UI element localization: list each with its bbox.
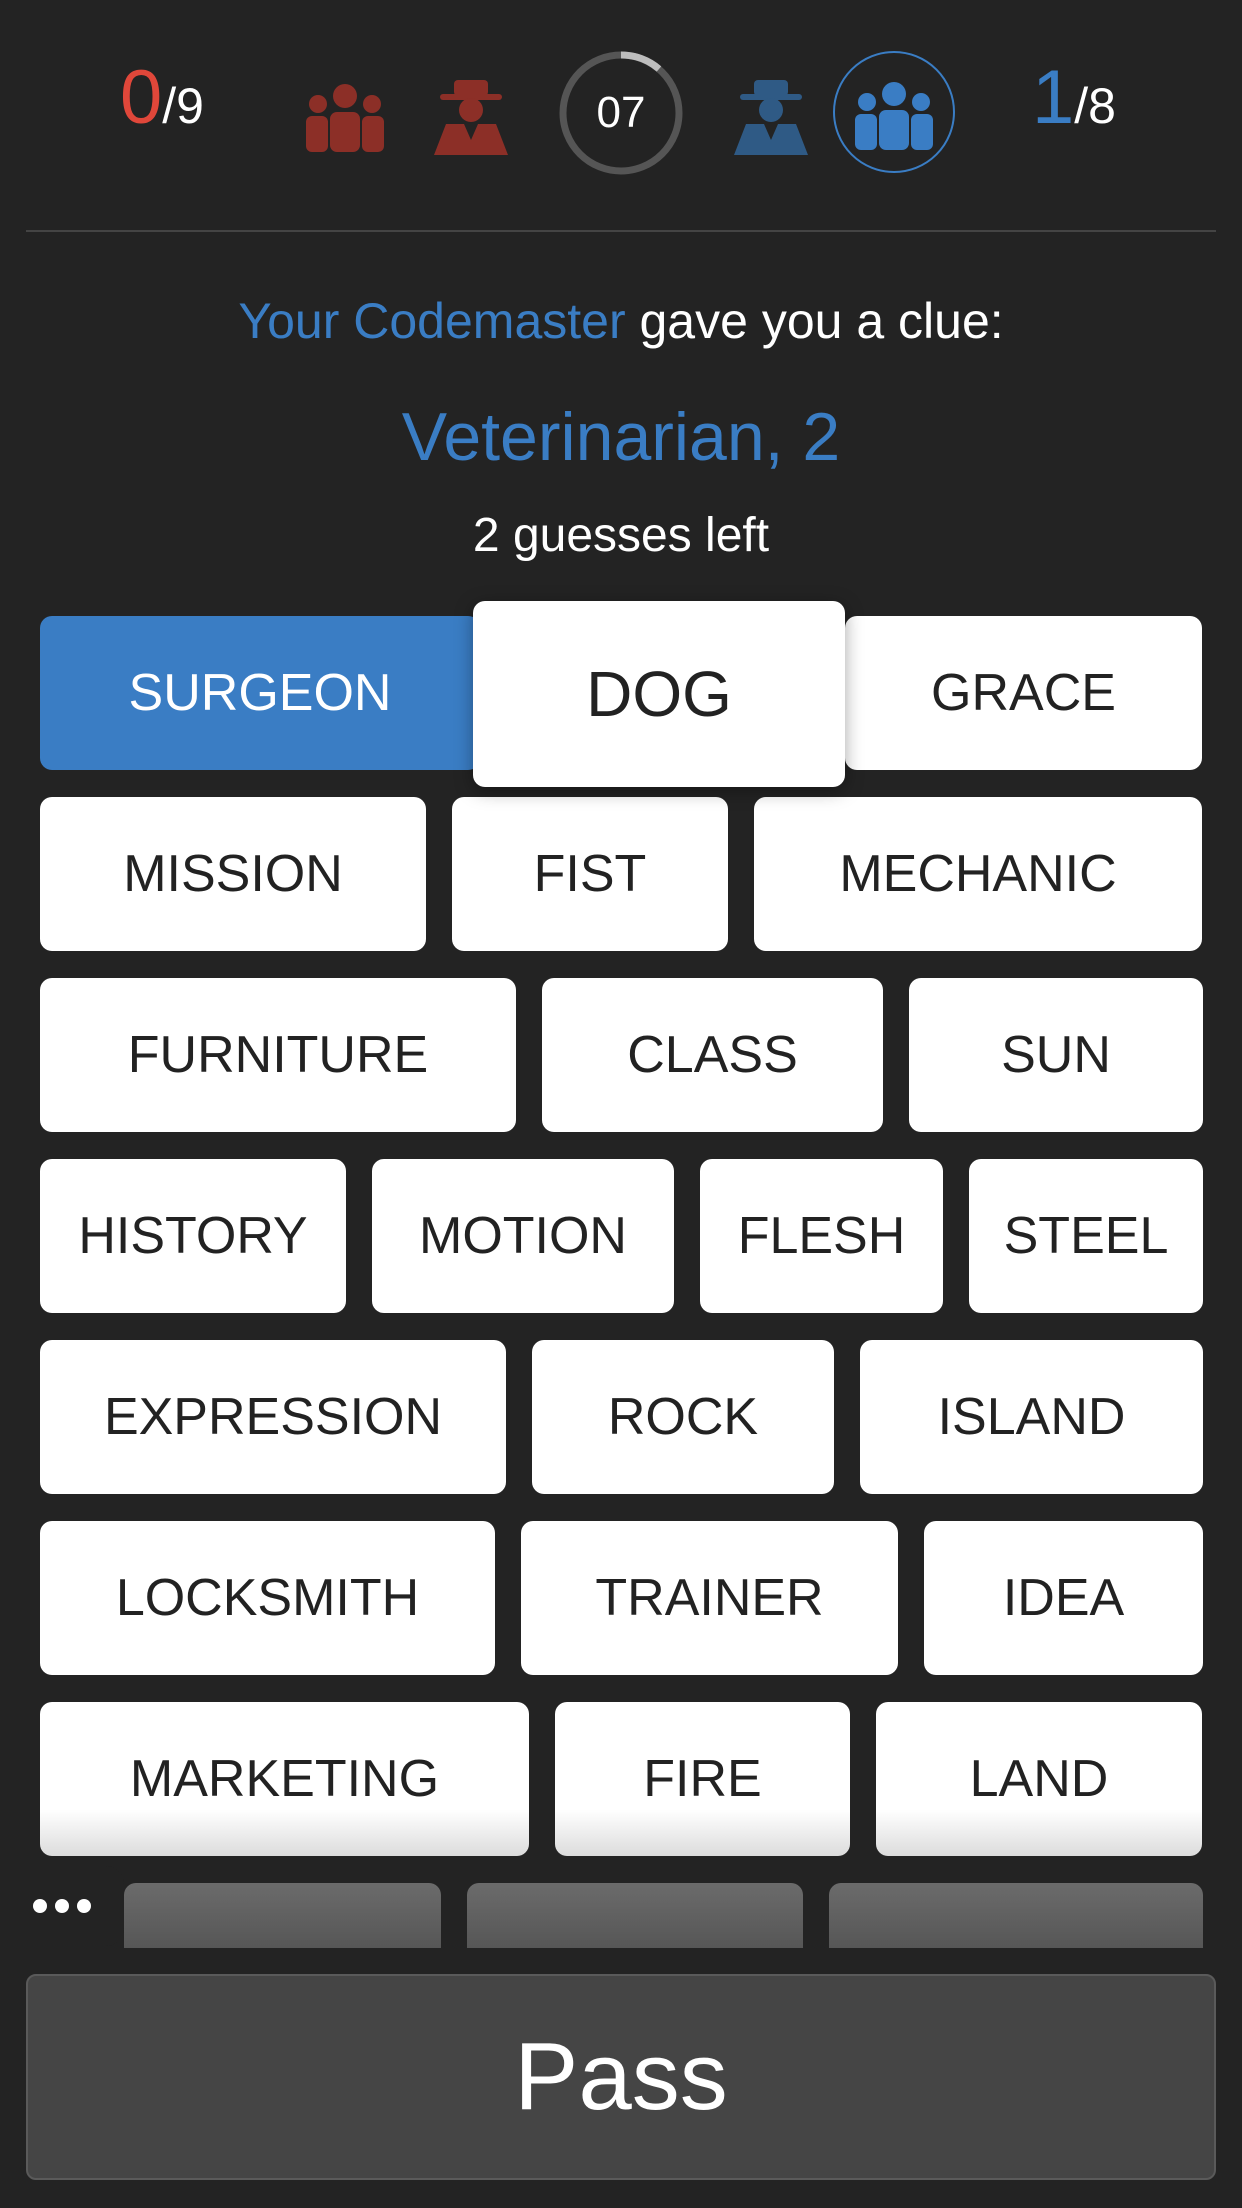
pass-button[interactable]: Pass xyxy=(26,1974,1216,2180)
word-card[interactable]: FIST xyxy=(452,797,728,951)
word-card[interactable]: STEEL xyxy=(969,1159,1203,1313)
blue-spy-icon xyxy=(734,80,808,155)
header-divider xyxy=(26,230,1216,232)
blue-score: 1/8 xyxy=(1032,55,1116,140)
word-card-selected[interactable]: DOG xyxy=(473,601,845,787)
word-card[interactable]: LAND xyxy=(876,1702,1202,1856)
word-card[interactable]: IDEA xyxy=(924,1521,1203,1675)
scoreboard: 0/9 07 1/8 xyxy=(0,0,1242,230)
blue-team-icon xyxy=(855,82,933,150)
word-card[interactable]: MOTION xyxy=(372,1159,674,1313)
clue-intro: Your Codemaster gave you a clue: xyxy=(0,292,1242,350)
word-card[interactable]: ROCK xyxy=(532,1340,834,1494)
more-options-button[interactable] xyxy=(0,1866,124,1946)
word-card[interactable]: MARKETING xyxy=(40,1702,529,1856)
red-score-total: /9 xyxy=(162,78,204,134)
word-card[interactable]: FURNITURE xyxy=(40,978,516,1132)
word-card[interactable]: HISTORY xyxy=(40,1159,346,1313)
word-card[interactable]: TRAINER xyxy=(521,1521,898,1675)
word-card[interactable]: EXPRESSION xyxy=(40,1340,506,1494)
word-card[interactable]: LOCKSMITH xyxy=(40,1521,495,1675)
red-team-icon xyxy=(306,84,384,152)
guesses-left: 2 guesses left xyxy=(472,509,770,562)
word-card[interactable]: MECHANIC xyxy=(754,797,1202,951)
word-card[interactable]: FLESH xyxy=(700,1159,943,1313)
red-score: 0/9 xyxy=(120,55,204,140)
word-card[interactable]: CLASS xyxy=(542,978,883,1132)
word-card[interactable]: GRACE xyxy=(845,616,1202,770)
red-spy-icon xyxy=(434,80,508,155)
word-card[interactable]: SURGEON xyxy=(40,616,480,770)
more-icon xyxy=(29,1899,95,1913)
codemaster-label: Your Codemaster xyxy=(238,293,626,349)
blue-score-total: /8 xyxy=(1074,78,1116,134)
word-card[interactable]: FIRE xyxy=(555,1702,850,1856)
word-card[interactable]: MISSION xyxy=(40,797,426,951)
clue-intro-rest: gave you a clue: xyxy=(625,293,1004,349)
clue-word: Veterinarian, 2 xyxy=(401,399,841,475)
word-card[interactable]: ISLAND xyxy=(860,1340,1203,1494)
turn-timer: 07 xyxy=(596,88,646,137)
word-card[interactable]: SUN xyxy=(909,978,1203,1132)
